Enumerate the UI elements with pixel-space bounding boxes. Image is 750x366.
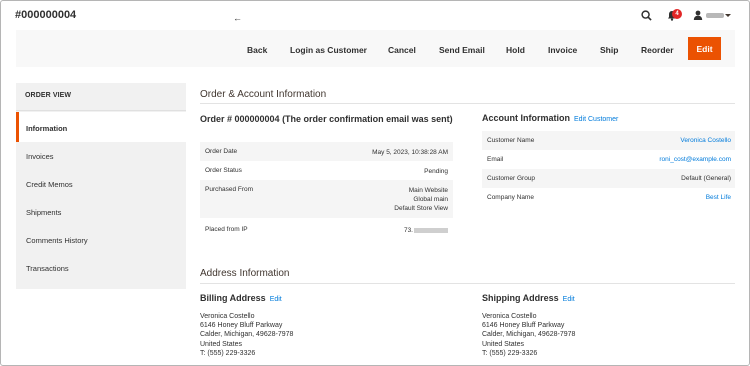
customer-group-value: Default (General) (681, 175, 731, 182)
store-name: Global main (413, 196, 448, 203)
billing-address-heading: Billing Address Edit (200, 293, 282, 303)
notification-count-badge: 4 (672, 9, 682, 19)
table-row: Email roni_cost@example.com (482, 150, 735, 169)
order-date-label: Order Date (205, 148, 238, 155)
customer-name-link[interactable]: Veronica Costello (680, 137, 731, 144)
page-actions-bar (16, 30, 735, 67)
table-row: Placed from IP 73. (200, 220, 453, 239)
billing-country: United States (200, 340, 243, 348)
table-row: Order Status Pending (200, 161, 453, 180)
shipping-phone: T: (555) 229-3326 (482, 349, 538, 357)
cancel-button[interactable]: Cancel (388, 45, 416, 55)
sidebar-item-comments-history[interactable]: Comments History (26, 236, 88, 245)
billing-name: Veronica Costello (200, 313, 255, 320)
customer-group-label: Customer Group (487, 175, 536, 182)
account-info-title: Account Information (482, 113, 570, 123)
email-label: Email (487, 156, 504, 163)
shipping-country: United States (482, 340, 525, 348)
shipping-street: 6146 Honey Bluff Parkway (482, 322, 565, 330)
send-email-button[interactable]: Send Email (439, 45, 485, 55)
store-view-name: Default Store View (394, 205, 448, 212)
chevron-down-icon[interactable] (725, 14, 731, 17)
order-heading: Order # 000000004 (The order confirmatio… (200, 114, 453, 124)
customer-name-label: Customer Name (487, 137, 535, 144)
edit-button[interactable]: Edit (688, 37, 721, 60)
placed-from-ip-value: 73. (404, 226, 448, 235)
order-info-table: Order Date May 5, 2023, 10:38:28 AM Orde… (200, 142, 453, 239)
sidebar-item-transactions[interactable]: Transactions (26, 264, 69, 273)
order-status-value: Pending (424, 168, 448, 175)
billing-city: Calder, Michigan, 49628-7978 (200, 331, 294, 339)
table-row: Customer Group Default (General) (482, 169, 735, 188)
shipping-address-heading: Shipping Address Edit (482, 293, 575, 303)
company-name-label: Company Name (487, 194, 534, 201)
sidebar-heading: ORDER VIEW (25, 92, 72, 99)
sidebar-item-invoices[interactable]: Invoices (26, 152, 54, 161)
back-button[interactable]: Back (247, 45, 267, 55)
sidebar-item-shipments[interactable]: Shipments (26, 208, 61, 217)
login-as-customer-button[interactable]: Login as Customer (290, 45, 367, 55)
invoice-button[interactable]: Invoice (548, 45, 577, 55)
order-status-label: Order Status (205, 167, 242, 174)
divider (200, 283, 735, 284)
divider (16, 110, 186, 111)
edit-shipping-address-link[interactable]: Edit (563, 296, 575, 303)
website-name: Main Website (408, 187, 448, 194)
edit-customer-link[interactable]: Edit Customer (574, 116, 618, 123)
ip-prefix: 73. (403, 227, 413, 234)
sidebar-item-credit-memos[interactable]: Credit Memos (26, 180, 73, 189)
company-name-link[interactable]: Best Life (706, 194, 731, 201)
purchased-from-label: Purchased From (205, 186, 254, 193)
sidebar-item-information[interactable]: Information (26, 124, 67, 133)
email-link[interactable]: roni_cost@example.com (659, 156, 731, 163)
shipping-address-block: Veronica Costello 6146 Honey Bluff Parkw… (482, 312, 575, 358)
table-row: Order Date May 5, 2023, 10:38:28 AM (200, 142, 453, 161)
account-info-heading: Account Information Edit Customer (482, 113, 618, 123)
user-icon[interactable] (692, 8, 704, 22)
user-name-redacted[interactable] (706, 13, 724, 18)
divider (200, 103, 735, 104)
purchased-from-value: Main Website Global main Default Store V… (394, 186, 448, 213)
order-view-sidebar: ORDER VIEW Information Invoices Credit M… (16, 83, 186, 289)
arrow-left-icon[interactable]: ← (233, 13, 242, 23)
account-info-table: Customer Name Veronica Costello Email ro… (482, 131, 735, 207)
ship-button[interactable]: Ship (600, 45, 618, 55)
shipping-name: Veronica Costello (482, 313, 537, 320)
page-title: #000000004 (15, 9, 77, 21)
table-row: Customer Name Veronica Costello (482, 131, 735, 150)
hold-button[interactable]: Hold (506, 45, 525, 55)
billing-street: 6146 Honey Bluff Parkway (200, 322, 283, 330)
table-row: Company Name Best Life (482, 188, 735, 207)
reorder-button[interactable]: Reorder (641, 45, 674, 55)
section-title-address: Address Information (200, 268, 290, 279)
billing-address-block: Veronica Costello 6146 Honey Bluff Parkw… (200, 312, 293, 358)
table-row: Purchased From Main Website Global main … (200, 180, 453, 218)
section-title-order-account: Order & Account Information (200, 89, 327, 100)
placed-from-ip-label: Placed from IP (205, 226, 248, 233)
order-date-value: May 5, 2023, 10:38:28 AM (372, 149, 448, 156)
billing-address-title: Billing Address (200, 293, 266, 303)
shipping-city: Calder, Michigan, 49628-7978 (482, 331, 576, 339)
billing-phone: T: (555) 229-3326 (200, 349, 256, 357)
page-frame: #000000004 4 ← Back Login as Customer Ca… (0, 0, 750, 366)
edit-billing-address-link[interactable]: Edit (270, 296, 282, 303)
ip-redacted (414, 227, 448, 233)
search-icon[interactable] (639, 8, 653, 22)
shipping-address-title: Shipping Address (482, 293, 559, 303)
